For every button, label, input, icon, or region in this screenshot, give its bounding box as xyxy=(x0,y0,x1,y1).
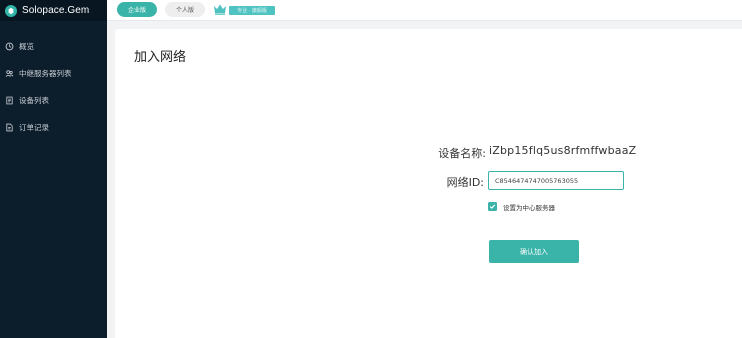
personal-edition-button[interactable]: 个人版 xyxy=(165,2,205,17)
sidebar-item-relay-servers[interactable]: 中继服务器列表 xyxy=(0,60,107,87)
sidebar-item-label: 概览 xyxy=(19,42,34,51)
center-server-checkbox[interactable] xyxy=(488,202,497,211)
sidebar-item-label: 订单记录 xyxy=(19,123,49,132)
page-title: 加入网络 xyxy=(134,50,187,65)
brand-name: Solopace.Gem xyxy=(22,5,90,16)
network-id-label: 网络ID: xyxy=(446,176,484,189)
device-list-icon xyxy=(5,96,14,105)
sidebar-item-label: 中继服务器列表 xyxy=(19,69,72,78)
sidebar-item-devices[interactable]: 设备列表 xyxy=(0,87,107,114)
order-record-icon xyxy=(5,123,14,132)
confirm-join-button[interactable]: 确认加入 xyxy=(489,240,579,263)
sidebar-item-orders[interactable]: 订单记录 xyxy=(0,114,107,141)
sidebar: Solopace.Gem 概览 中继服务器列表 设备列表 订单记录 xyxy=(0,0,107,338)
logo-icon xyxy=(5,4,17,17)
crown-icon xyxy=(213,2,227,15)
center-server-label[interactable]: 设置为中心服务器 xyxy=(503,202,555,212)
sidebar-item-overview[interactable]: 概览 xyxy=(0,33,107,60)
top-bar: 企业版 个人版 专业 · 旗舰版 xyxy=(107,0,742,21)
dashboard-icon xyxy=(5,42,14,51)
checkmark-icon xyxy=(489,204,496,209)
sidebar-nav: 概览 中继服务器列表 设备列表 订单记录 xyxy=(0,33,107,141)
network-id-input[interactable]: C8546474747005763055 xyxy=(488,171,624,190)
device-name-label: 设备名称: xyxy=(438,147,486,160)
enterprise-edition-button[interactable]: 企业版 xyxy=(117,2,157,17)
brand-header[interactable]: Solopace.Gem xyxy=(0,0,107,21)
sidebar-item-label: 设备列表 xyxy=(19,96,49,105)
join-network-panel: 加入网络 设备名称: iZbp15flq5us8rfmffwbaaZ 网络ID:… xyxy=(115,29,742,338)
edition-badge: 专业 · 旗舰版 xyxy=(229,6,275,15)
device-name-value: iZbp15flq5us8rfmffwbaaZ xyxy=(489,144,637,157)
server-cluster-icon xyxy=(5,69,14,78)
